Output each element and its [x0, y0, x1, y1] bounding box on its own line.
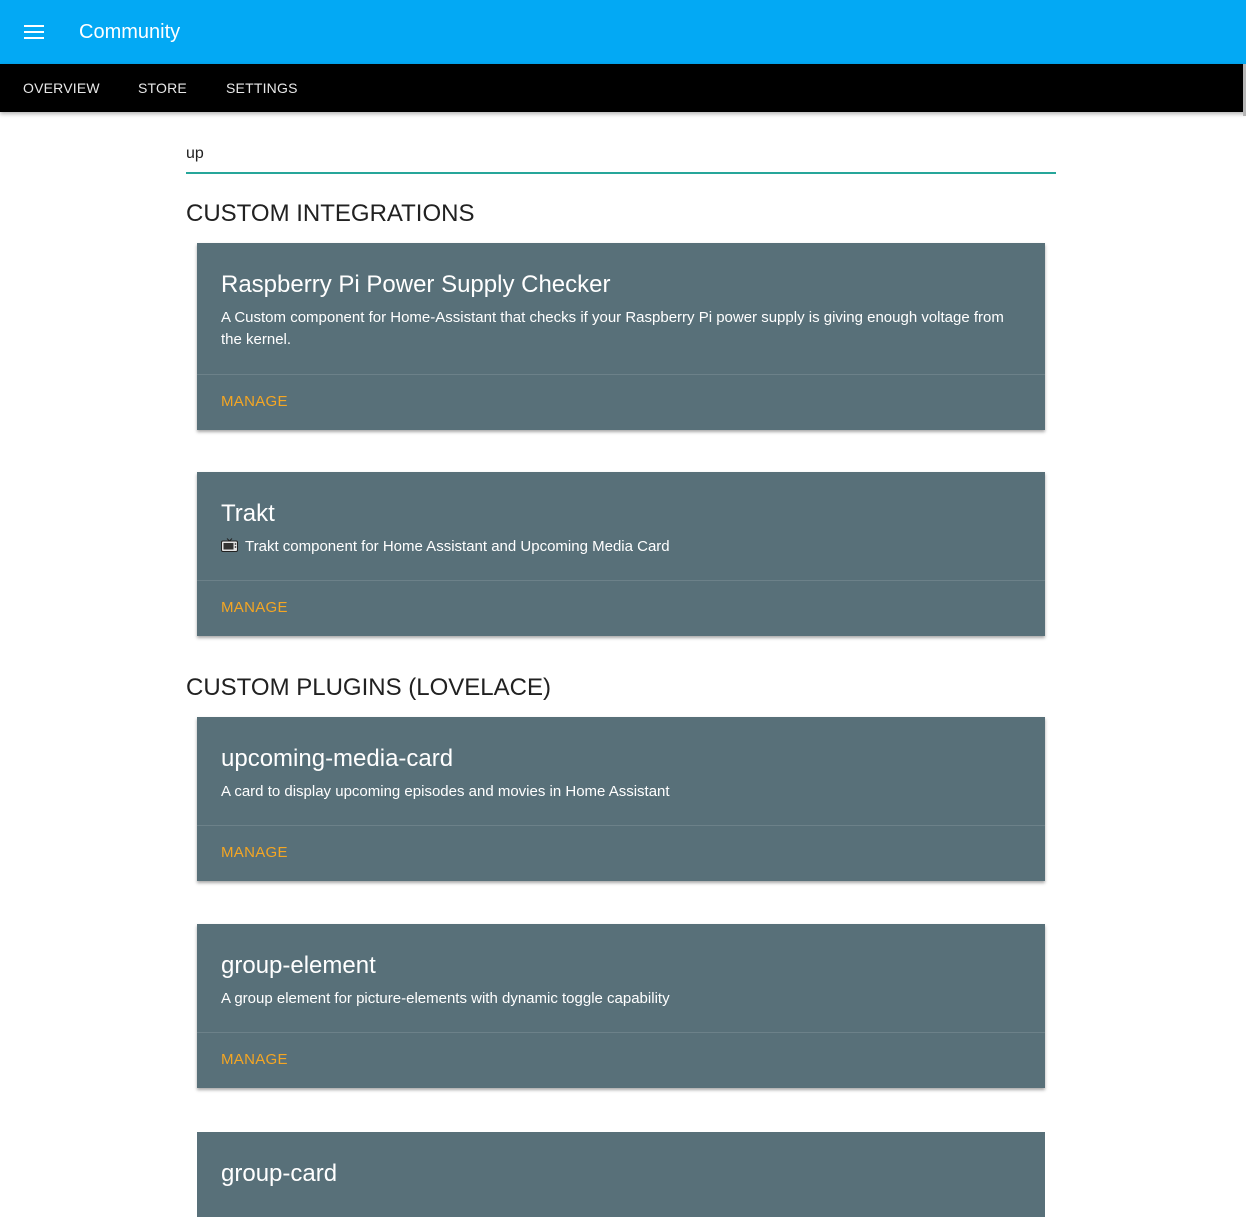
card-description: A Custom component for Home-Assistant th… [221, 309, 1004, 348]
card-actions: MANAGE [197, 1032, 1045, 1088]
card-title: Raspberry Pi Power Supply Checker [221, 271, 611, 298]
card-title: Trakt [221, 500, 275, 527]
card-description: Trakt component for Home Assistant and U… [221, 536, 1021, 558]
card-title: group-card [221, 1160, 338, 1187]
card-actions: MANAGE [197, 825, 1045, 881]
television-emoji-icon [221, 538, 238, 552]
page-title: Community [79, 21, 181, 43]
menu-button[interactable] [18, 16, 50, 48]
manage-button[interactable]: MANAGE [221, 1051, 288, 1068]
section-title-plugins: CUSTOM PLUGINS (LOVELACE) [186, 674, 551, 701]
card-description-text: Trakt component for Home Assistant and U… [245, 538, 670, 555]
manage-button[interactable]: MANAGE [221, 844, 288, 861]
plugin-card: upcoming-media-card A card to display up… [197, 717, 1045, 881]
card-description: A group element for picture-elements wit… [221, 990, 670, 1007]
card-title: upcoming-media-card [221, 745, 454, 772]
card-description: A card to display upcoming episodes and … [221, 783, 670, 800]
tab-overview[interactable]: OVERVIEW [23, 64, 100, 112]
card-actions: MANAGE [197, 374, 1045, 430]
integration-card: Raspberry Pi Power Supply Checker A Cust… [197, 243, 1045, 430]
hamburger-menu-icon [24, 25, 44, 39]
card-title: group-element [221, 952, 376, 979]
app-header: Community [0, 0, 1246, 64]
manage-button[interactable]: MANAGE [221, 599, 288, 616]
card-actions: MANAGE [197, 580, 1045, 636]
search-input[interactable] [186, 136, 1056, 174]
tab-bar: OVERVIEW STORE SETTINGS [0, 64, 1246, 112]
plugin-card: group-card [197, 1132, 1045, 1217]
tab-store[interactable]: STORE [138, 64, 187, 112]
tab-settings[interactable]: SETTINGS [226, 64, 298, 112]
section-title-integrations: CUSTOM INTEGRATIONS [186, 200, 475, 227]
plugin-card: group-element A group element for pictur… [197, 924, 1045, 1088]
integration-card: Trakt Trakt component for Home Assistant… [197, 472, 1045, 636]
manage-button[interactable]: MANAGE [221, 393, 288, 410]
